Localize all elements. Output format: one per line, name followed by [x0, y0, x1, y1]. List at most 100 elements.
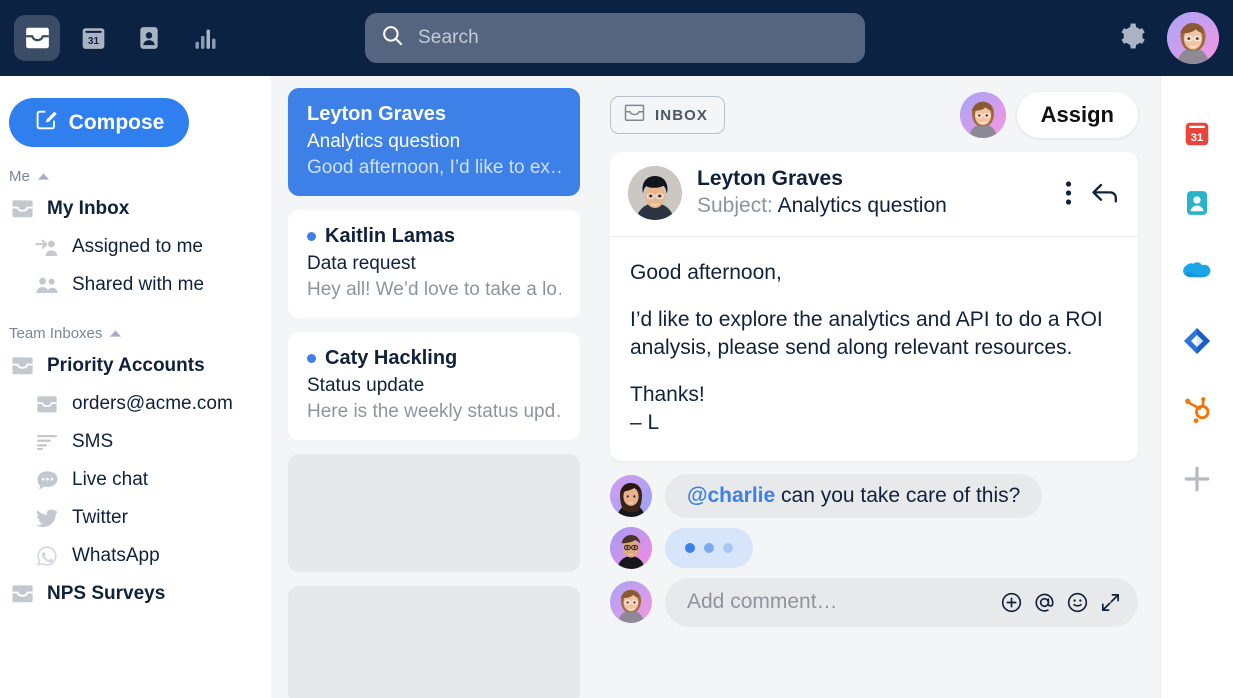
people-icon: [34, 274, 60, 296]
commenter-avatar: [610, 474, 652, 517]
conversation-placeholder: [288, 586, 580, 698]
thread-header: INBOX Assign: [610, 90, 1138, 140]
message-card: Leyton Graves Subject: Analytics questio…: [610, 152, 1138, 461]
global-search[interactable]: [365, 13, 865, 63]
sidebar-item-twitter[interactable]: Twitter: [0, 499, 271, 537]
account-avatar[interactable]: [1167, 12, 1219, 64]
comments-section: @charlie can you take care of this?: [610, 473, 1138, 627]
search-input[interactable]: [418, 27, 849, 49]
more-options-icon[interactable]: [1065, 180, 1072, 206]
add-attachment-icon[interactable]: [1000, 591, 1023, 614]
sidebar-item-live-chat[interactable]: Live chat: [0, 461, 271, 499]
top-bar-right-group: [1117, 0, 1219, 76]
rail-salesforce-app[interactable]: [1169, 240, 1225, 309]
app-body: Compose Me My Inbox Assigned to me Share…: [0, 76, 1233, 698]
emoji-icon[interactable]: [1066, 591, 1089, 614]
sender-avatar: [628, 166, 682, 220]
sidebar-item-my-inbox[interactable]: My Inbox: [0, 190, 271, 228]
comment-composer[interactable]: [665, 577, 1138, 627]
conversation-preview: Good afternoon, I’d like to ex…: [307, 157, 561, 178]
sidebar-item-orders-email[interactable]: orders@acme.com: [0, 385, 271, 423]
conversation-sender-label: Caty Hackling: [325, 347, 458, 369]
top-navigation-bar: 31: [0, 0, 1233, 76]
message-subject-line: Subject: Analytics question: [697, 192, 947, 219]
inbox-icon: [24, 26, 51, 50]
sidebar-item-label: Live chat: [72, 469, 149, 490]
conversation-preview: Here is the weekly status upd…: [307, 401, 561, 422]
rail-calendar-app[interactable]: 31: [1169, 102, 1225, 171]
sidebar-item-label: NPS Surveys: [47, 583, 166, 604]
mention-token[interactable]: @charlie: [687, 484, 775, 507]
conversation-sender-label: Leyton Graves: [307, 103, 446, 125]
comment-input[interactable]: [687, 590, 1000, 615]
sidebar-item-whatsapp[interactable]: WhatsApp: [0, 537, 271, 575]
nav-analytics-button[interactable]: [182, 15, 228, 61]
sidebar-item-label: Assigned to me: [72, 236, 203, 257]
sidebar-item-assigned-to-me[interactable]: Assigned to me: [0, 228, 271, 266]
message-meta: Leyton Graves Subject: Analytics questio…: [697, 166, 947, 220]
sidebar-item-priority-accounts[interactable]: Priority Accounts: [0, 347, 271, 385]
conversation-list-item[interactable]: Leyton Graves Analytics question Good af…: [288, 88, 580, 196]
sidebar-section-team-label: Team Inboxes: [9, 325, 103, 342]
unread-dot-icon: [307, 232, 316, 241]
conversation-sender: Leyton Graves: [307, 103, 561, 126]
mention-icon[interactable]: [1033, 591, 1056, 614]
rail-add-app-button[interactable]: [1169, 447, 1225, 516]
conversation-sender-label: Kaitlin Lamas: [325, 225, 456, 247]
diamond-icon: [1182, 326, 1212, 361]
sms-icon: [34, 431, 60, 453]
inbox-icon: [9, 198, 35, 220]
contact-card-icon: [1182, 188, 1212, 223]
cloud-icon: [1180, 258, 1214, 291]
conversation-preview: Hey all! We’d love to take a lo…: [307, 279, 561, 300]
svg-text:31: 31: [87, 36, 99, 47]
bar-chart-icon: [192, 25, 218, 51]
sidebar-item-shared-with-me[interactable]: Shared with me: [0, 266, 271, 304]
conversation-subject: Data request: [307, 253, 416, 274]
sidebar-item-sms[interactable]: SMS: [0, 423, 271, 461]
sidebar-item-label: My Inbox: [47, 198, 130, 219]
rail-hubspot-app[interactable]: [1169, 378, 1225, 447]
gear-icon[interactable]: [1117, 21, 1147, 56]
app-root: 31 Search Compose Me My Inbox Assigned t…: [0, 0, 1233, 698]
conversation-subject: Status update: [307, 375, 425, 396]
inbox-tag-label: INBOX: [655, 106, 709, 124]
typing-dot: [723, 542, 733, 553]
current-user-avatar: [610, 581, 652, 624]
chevron-up-icon: [109, 329, 122, 338]
sprocket-icon: [1182, 395, 1212, 430]
sidebar-item-label: WhatsApp: [72, 545, 160, 566]
typing-dot: [685, 542, 695, 553]
assign-button[interactable]: Assign: [1016, 92, 1138, 138]
unread-dot-icon: [307, 354, 316, 363]
compose-label: Compose: [68, 110, 165, 134]
sidebar-section-team-inboxes[interactable]: Team Inboxes: [0, 325, 271, 342]
nav-calendar-button[interactable]: 31: [70, 15, 116, 61]
assignee-avatar[interactable]: [959, 92, 1006, 138]
rail-contacts-app[interactable]: [1169, 171, 1225, 240]
sidebar-section-me[interactable]: Me: [0, 168, 271, 185]
conversation-subject: Analytics question: [307, 131, 461, 152]
conversation-list-item[interactable]: Kaitlin Lamas Data request Hey all! We’d…: [288, 210, 580, 318]
nav-contacts-button[interactable]: [126, 15, 172, 61]
message-paragraph: Good afternoon,: [630, 261, 782, 284]
conversation-list-item[interactable]: Caty Hackling Status update Here is the …: [288, 332, 580, 440]
thread-header-actions: Assign: [959, 92, 1138, 138]
message-paragraph: I’d like to explore the analytics and AP…: [630, 307, 1103, 359]
compose-pencil-icon: [34, 108, 58, 138]
message-actions: [1065, 180, 1120, 206]
reply-arrow-icon[interactable]: [1090, 180, 1120, 206]
whatsapp-icon: [34, 545, 60, 567]
inbox-tag-button[interactable]: INBOX: [610, 96, 726, 134]
message-header: Leyton Graves Subject: Analytics questio…: [610, 152, 1138, 237]
message-sender-name: Leyton Graves: [697, 167, 843, 191]
rail-jira-app[interactable]: [1169, 309, 1225, 378]
sidebar-item-nps-surveys[interactable]: NPS Surveys: [0, 575, 271, 613]
expand-icon[interactable]: [1099, 591, 1122, 614]
compose-button[interactable]: Compose: [9, 98, 189, 147]
twitter-icon: [34, 507, 60, 529]
subject-prefix: Subject:: [697, 194, 778, 218]
message-signoff: Thanks! – L: [630, 382, 705, 434]
calendar-31-icon: 31: [80, 25, 107, 51]
nav-inbox-button[interactable]: [14, 15, 60, 61]
